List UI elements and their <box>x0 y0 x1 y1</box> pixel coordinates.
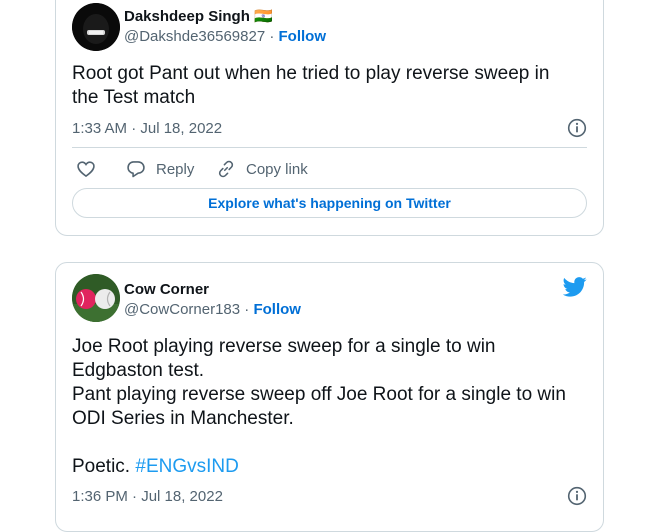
reply-label: Reply <box>156 160 195 178</box>
tweet-card: Dakshdeep Singh 🇮🇳 @Dakshde36569827 · Fo… <box>55 0 604 236</box>
twitter-bird-icon[interactable] <box>562 277 587 297</box>
divider <box>72 147 587 148</box>
user-name[interactable]: Dakshdeep Singh 🇮🇳 <box>124 7 273 25</box>
user-name-text[interactable]: Dakshdeep Singh <box>124 8 250 25</box>
tweet-text: Root got Pant out when he tried to play … <box>72 63 550 108</box>
handle-text[interactable]: @CowCorner183 <box>124 301 240 318</box>
tweet-timestamp[interactable]: 1:33 AM · Jul 18, 2022 <box>72 120 222 137</box>
link-icon <box>216 159 236 179</box>
follow-link[interactable]: Follow <box>279 28 327 45</box>
user-name-text[interactable]: Cow Corner <box>124 281 209 298</box>
copy-link-button[interactable]: Copy link <box>216 159 308 179</box>
reply-icon <box>126 159 146 179</box>
separator: · <box>265 28 279 45</box>
hashtag-link[interactable]: #ENGvsIND <box>135 456 238 477</box>
heart-icon <box>76 159 96 179</box>
handle-text[interactable]: @Dakshde36569827 <box>124 28 265 45</box>
tweet-timestamp[interactable]: 1:36 PM · Jul 18, 2022 <box>72 488 223 505</box>
flag-emoji: 🇮🇳 <box>254 8 273 25</box>
info-icon[interactable] <box>567 486 587 506</box>
follow-link[interactable]: Follow <box>253 301 301 318</box>
info-icon[interactable] <box>567 118 587 138</box>
user-name[interactable]: Cow Corner <box>124 281 209 298</box>
reply-button[interactable]: Reply <box>126 159 194 179</box>
copy-link-label: Copy link <box>246 160 308 178</box>
tweet-text: Joe Root playing reverse sweep for a sin… <box>72 335 587 479</box>
tweet-card: Cow Corner @CowCorner183 · Follow Joe Ro… <box>55 262 604 532</box>
separator: · <box>240 301 254 318</box>
user-handle: @CowCorner183 · Follow <box>124 301 301 318</box>
avatar[interactable] <box>72 274 120 322</box>
user-handle: @Dakshde36569827 · Follow <box>124 28 326 45</box>
avatar[interactable] <box>72 3 120 51</box>
like-button[interactable] <box>76 159 96 179</box>
explore-twitter-button[interactable]: Explore what's happening on Twitter <box>72 188 587 218</box>
